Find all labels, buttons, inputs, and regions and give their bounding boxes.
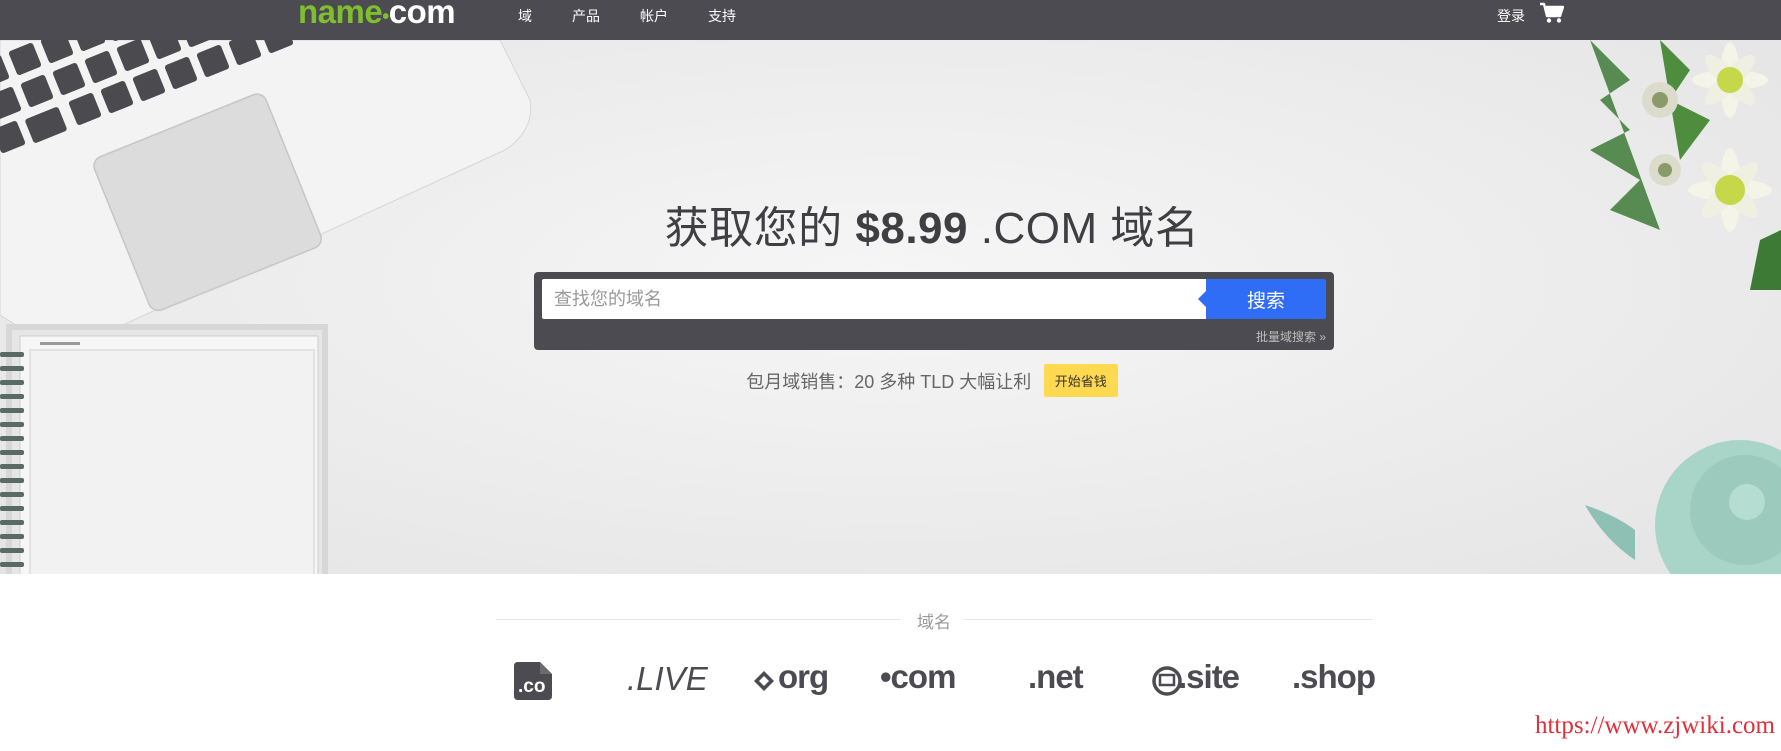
teapot-illustration xyxy=(1585,440,1781,574)
logo[interactable]: name•com xyxy=(298,0,456,33)
hero-title: 获取您的 $8.99 .COM 域名 xyxy=(664,204,1200,253)
hero: 获取您的 $8.99 .COM 域名 搜索 批量域搜索 » 包月域销售：20 多… xyxy=(0,40,1781,574)
notebook-illustration xyxy=(0,324,328,574)
cart-icon[interactable] xyxy=(1540,2,1564,24)
tld-shop[interactable]: .shop xyxy=(1292,658,1376,696)
search-button[interactable]: 搜索 xyxy=(1198,279,1326,319)
domain-search-input[interactable] xyxy=(542,279,1206,319)
start-saving-button[interactable]: 开始省钱 xyxy=(1043,364,1118,397)
org-symbol-icon xyxy=(754,671,774,691)
tld-co[interactable]: .co xyxy=(514,662,552,700)
promo-banner: 包月域销售：20 多种 TLD 大幅让利 开始省钱 xyxy=(0,364,1781,397)
tld-site[interactable]: .site xyxy=(1178,658,1240,696)
tld-org[interactable]: org xyxy=(778,658,829,696)
watermark-url: https://www.zjwiki.com xyxy=(1534,712,1775,739)
tld-co-label: .co xyxy=(518,676,546,697)
bulk-search-link[interactable]: 批量域搜索 » xyxy=(1256,328,1326,345)
section-title: 域名 xyxy=(917,613,951,632)
tld-com[interactable]: •com xyxy=(880,658,956,696)
tld-net[interactable]: .net xyxy=(1028,658,1084,696)
nav-item-support[interactable]: 支持 xyxy=(708,6,736,26)
nav-item-domains[interactable]: 域 xyxy=(518,6,532,26)
domain-search-box: 搜索 批量域搜索 » xyxy=(534,272,1334,350)
login-link[interactable]: 登录 xyxy=(1497,6,1525,26)
promo-text: 包月域销售：20 多种 TLD 大幅让利 xyxy=(746,371,1032,392)
domains-section-header: 域名 xyxy=(496,608,1372,632)
tld-live[interactable]: .LIVE xyxy=(627,660,708,698)
nav-item-products[interactable]: 产品 xyxy=(572,6,600,26)
top-nav: name•com 域 产品 帐户 支持 登录 xyxy=(0,0,1781,40)
nav-item-account[interactable]: 帐户 xyxy=(640,6,668,26)
